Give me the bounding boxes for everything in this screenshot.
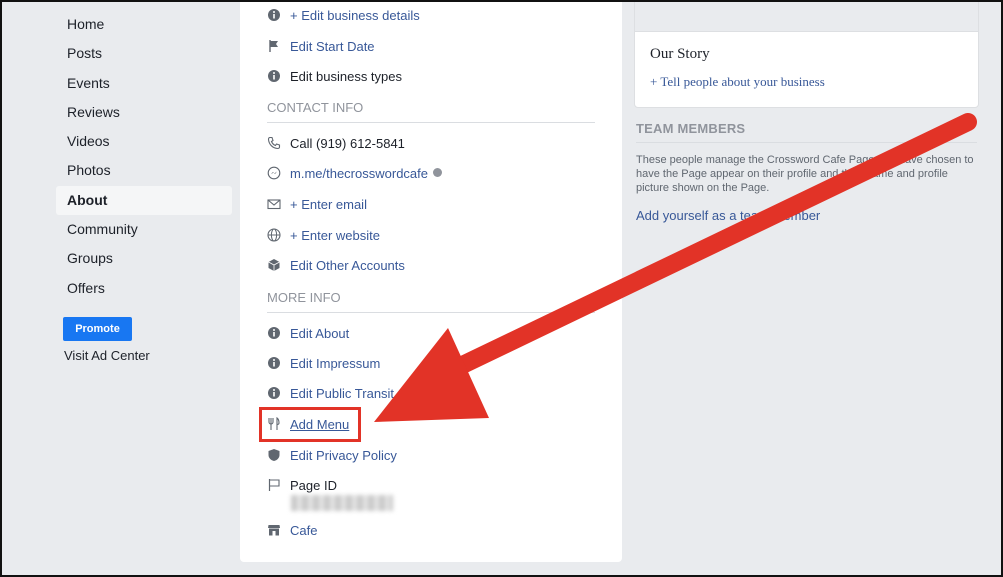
- team-members-header: TEAM MEMBERS: [636, 121, 746, 136]
- nav-item-posts[interactable]: Posts: [56, 39, 232, 68]
- more-info-header: MORE INFO: [267, 290, 341, 305]
- edit-start-date-link[interactable]: Edit Start Date: [290, 38, 375, 56]
- shop-icon: [268, 525, 280, 536]
- call-text[interactable]: Call (919) 612-5841: [290, 135, 405, 153]
- divider: [267, 312, 595, 313]
- messenger-icon: [267, 166, 281, 180]
- nav-item-offers[interactable]: Offers: [56, 274, 232, 303]
- our-story-card: Our Story + Tell people about your busin…: [634, 2, 979, 108]
- page-id-value-redacted: [291, 495, 393, 511]
- info-icon: [268, 327, 280, 339]
- edit-business-details-link[interactable]: + Edit business details: [290, 7, 420, 25]
- divider: [636, 142, 977, 143]
- flag-outline-icon: [268, 479, 280, 491]
- enter-email-link[interactable]: + Enter email: [290, 196, 367, 214]
- nav-item-groups[interactable]: Groups: [56, 244, 232, 273]
- flag-icon: [269, 40, 278, 52]
- edit-impressum-link[interactable]: Edit Impressum: [290, 355, 380, 373]
- browser-frame: Home Posts Events Reviews Videos Photos …: [0, 0, 1003, 577]
- phone-icon: [267, 136, 281, 150]
- tell-people-link[interactable]: + Tell people about your business: [650, 74, 825, 90]
- shield-icon: [268, 449, 280, 461]
- about-card: + Edit business details Edit Start Date …: [240, 2, 622, 562]
- info-icon: [268, 357, 280, 369]
- globe-icon: [267, 228, 281, 242]
- messenger-link[interactable]: m.me/thecrosswordcafe: [290, 165, 442, 183]
- info-icon: [268, 70, 280, 82]
- our-story-title: Our Story: [650, 46, 710, 62]
- info-icon: [268, 9, 280, 21]
- nav-item-about[interactable]: About: [56, 185, 232, 216]
- edit-public-transit-link[interactable]: Edit Public Transit: [290, 385, 394, 403]
- nav-item-events[interactable]: Events: [56, 69, 232, 98]
- info-icon: [433, 168, 442, 177]
- left-nav: Home Posts Events Reviews Videos Photos …: [56, 10, 232, 303]
- promote-button[interactable]: Promote: [63, 317, 132, 341]
- contact-info-header: CONTACT INFO: [267, 100, 364, 115]
- category-link[interactable]: Cafe: [290, 522, 317, 540]
- nav-item-home[interactable]: Home: [56, 10, 232, 39]
- edit-about-link[interactable]: Edit About: [290, 325, 349, 343]
- team-members-description: These people manage the Crossword Cafe P…: [636, 154, 974, 194]
- email-icon: [267, 199, 281, 210]
- page-id-label: Page ID: [290, 478, 337, 493]
- nav-item-community[interactable]: Community: [56, 215, 232, 244]
- add-team-member-link[interactable]: Add yourself as a team member: [636, 208, 820, 223]
- divider: [267, 122, 595, 123]
- edit-privacy-policy-link[interactable]: Edit Privacy Policy: [290, 447, 397, 465]
- enter-website-link[interactable]: + Enter website: [290, 227, 380, 245]
- edit-business-types-link[interactable]: Edit business types: [290, 68, 402, 86]
- nav-item-videos[interactable]: Videos: [56, 127, 232, 156]
- nav-item-photos[interactable]: Photos: [56, 156, 232, 185]
- nav-item-reviews[interactable]: Reviews: [56, 98, 232, 127]
- edit-other-accounts-link[interactable]: Edit Other Accounts: [290, 257, 405, 275]
- info-icon: [268, 387, 280, 399]
- cube-icon: [268, 259, 280, 271]
- visit-ad-center-link[interactable]: Visit Ad Center: [64, 348, 150, 363]
- story-card-header: [635, 2, 978, 32]
- annotation-highlight-box: [259, 407, 361, 442]
- messenger-url[interactable]: m.me/thecrosswordcafe: [290, 166, 428, 181]
